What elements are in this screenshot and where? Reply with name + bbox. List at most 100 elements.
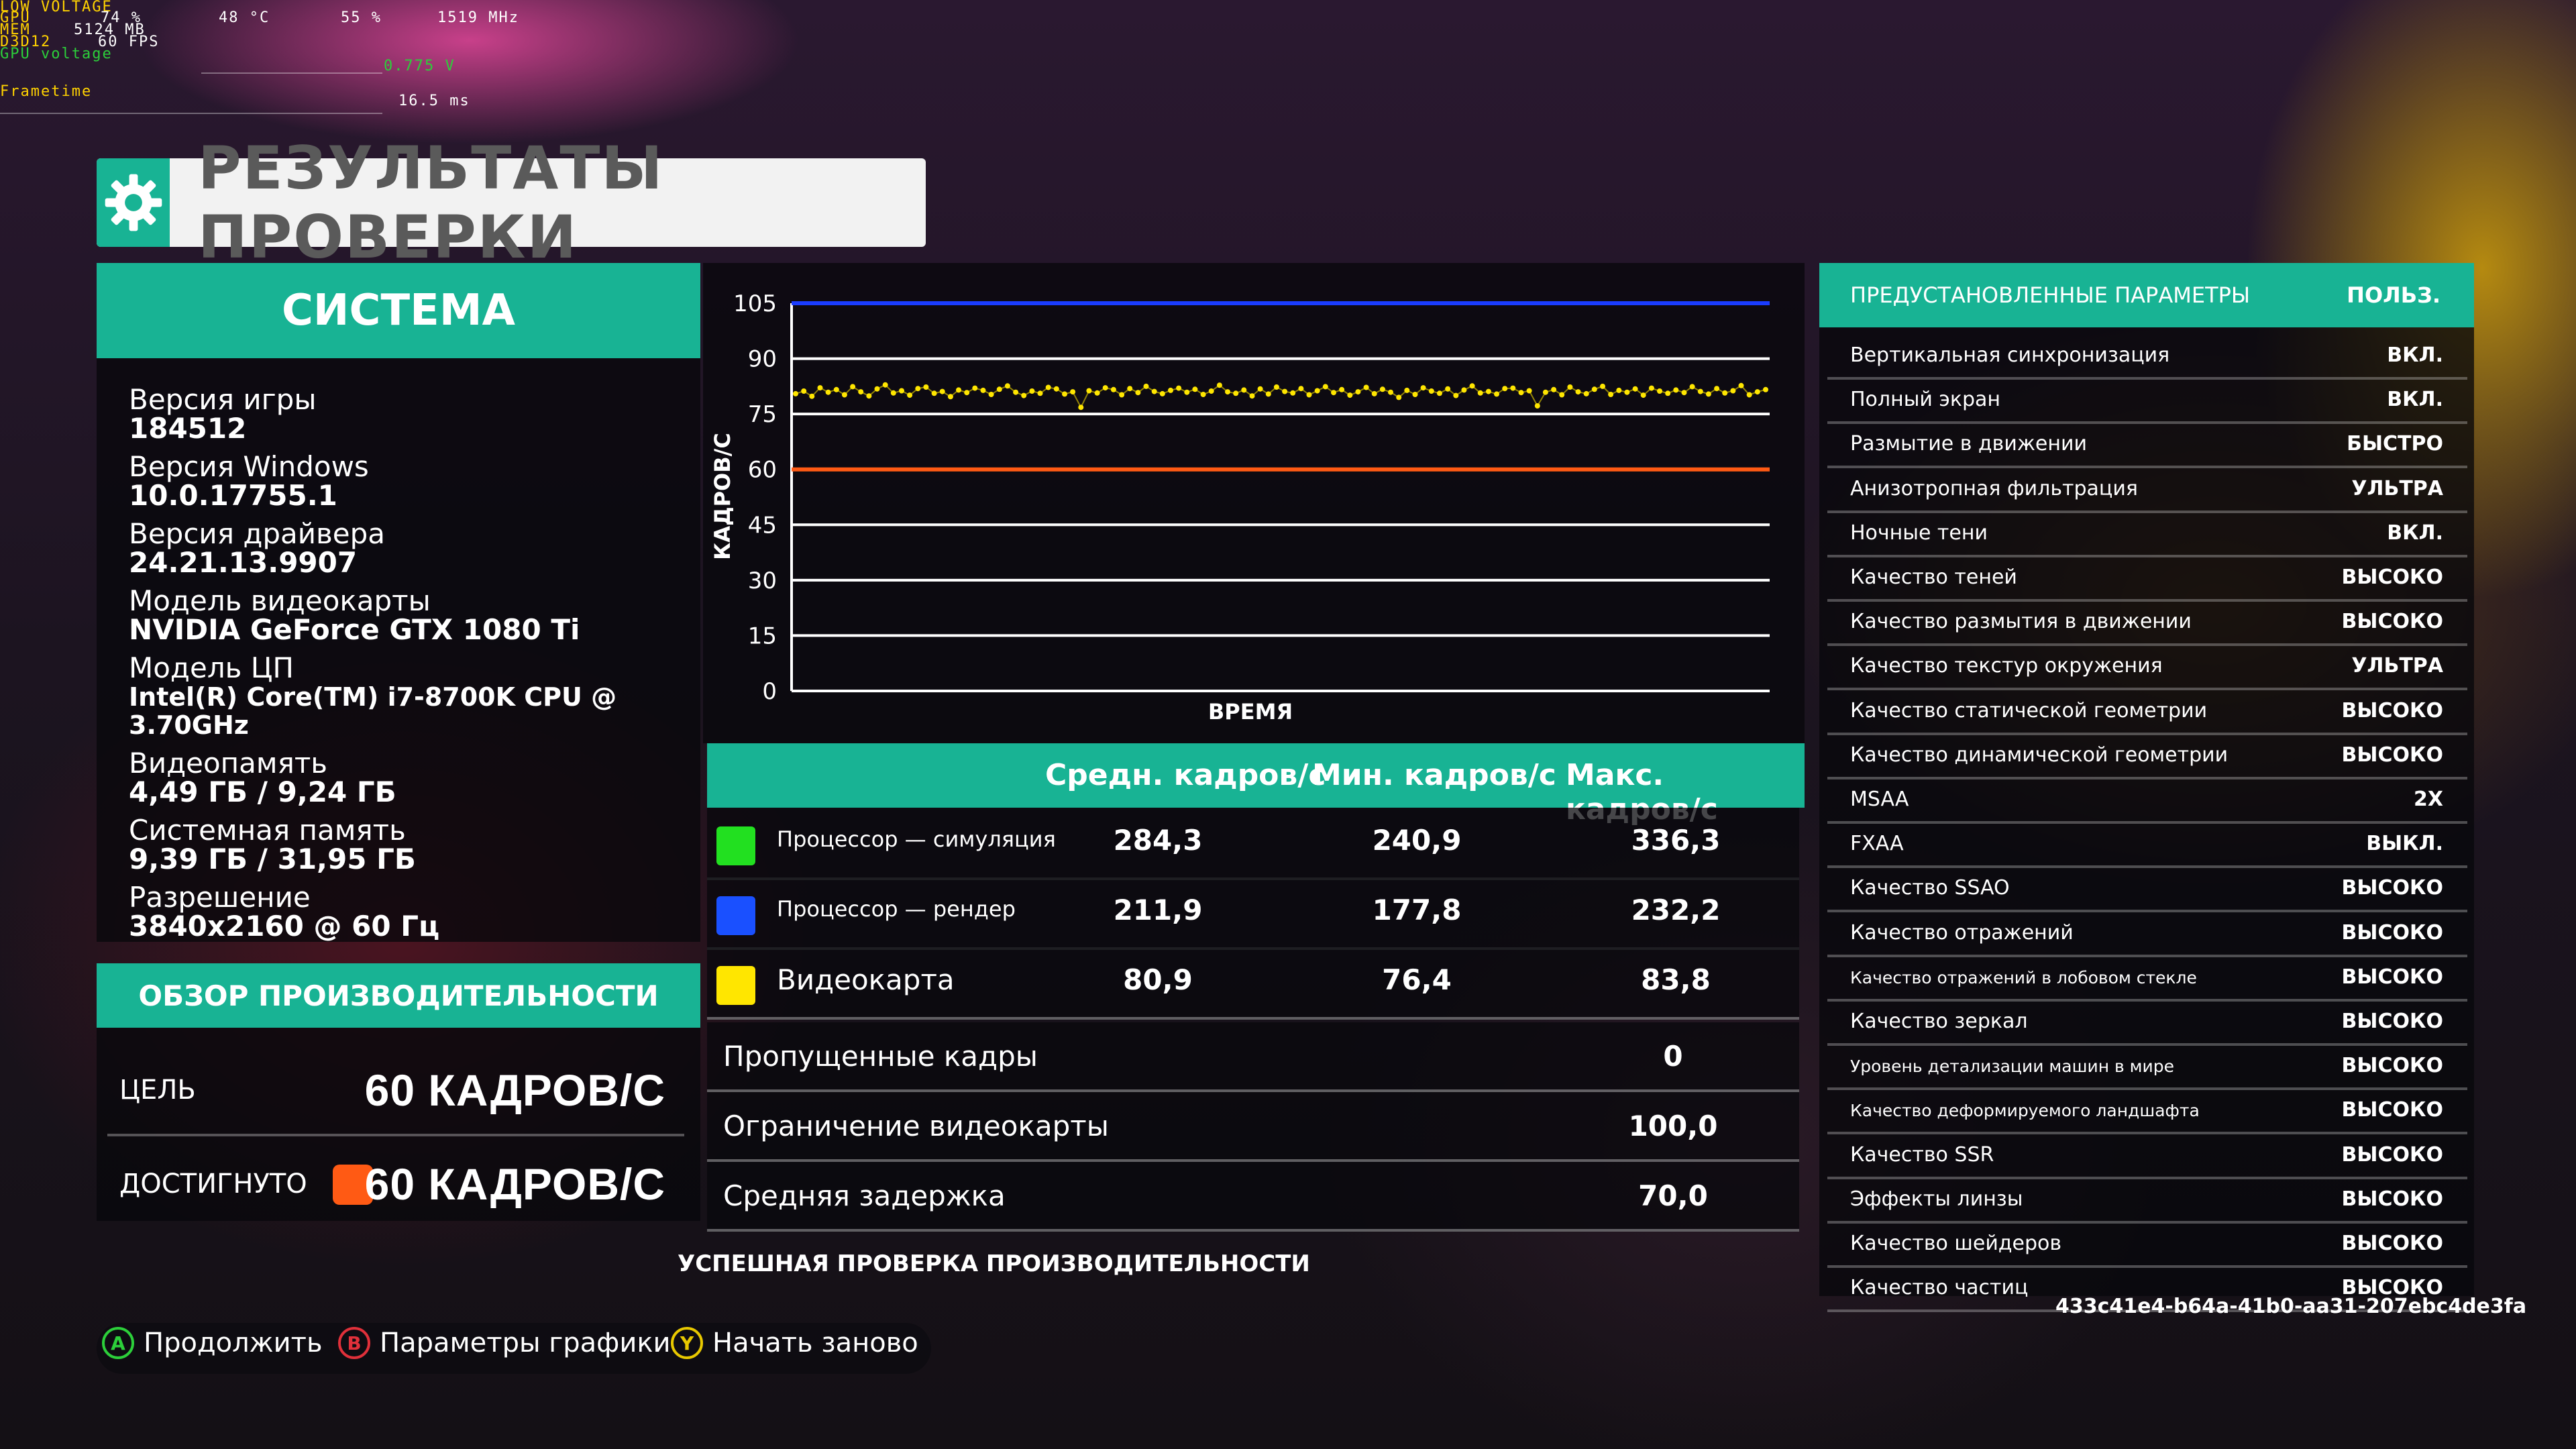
preset-name: Размытие в движении <box>1850 432 2087 456</box>
chart-point <box>1159 390 1165 396</box>
chart-point <box>793 390 798 396</box>
chart-point <box>1314 388 1320 394</box>
system-item-resolution: Разрешение 3840x2160 @ 60 Гц <box>129 883 706 941</box>
system-item-driver-version: Версия драйвера 24.21.13.9907 <box>129 519 706 577</box>
preset-value: ВЫСОКО <box>2341 965 2444 989</box>
preset-value: ВЫСОКО <box>2341 566 2444 589</box>
fps-chart: 0 15 30 45 60 75 90 105 КАДРОВ/С ВРЕМЯ <box>703 268 1787 738</box>
stats-extra-value: 70,0 <box>1638 1179 1708 1212</box>
chart-point <box>1648 385 1654 391</box>
chart-point <box>1510 385 1516 391</box>
performance-header: ОБЗОР ПРОИЗВОДИТЕЛЬНОСТИ <box>97 963 700 1028</box>
chart-point <box>1233 390 1239 396</box>
graphics-settings-label: Параметры графики <box>380 1328 671 1358</box>
restart-button[interactable]: Y Начать заново <box>671 1327 918 1359</box>
chart-point <box>1371 390 1377 396</box>
chart-point <box>1746 392 1752 398</box>
chart-point <box>1070 389 1076 395</box>
chart-point <box>1559 392 1565 398</box>
system-item-game-version: Версия игры 184512 <box>129 385 706 443</box>
chart-point <box>1347 392 1353 398</box>
preset-row: Полный экран ВКЛ. <box>1827 380 2467 425</box>
chart-point <box>817 385 823 391</box>
system-item-value: 4,49 ГБ / 9,24 ГБ <box>129 775 396 808</box>
preset-value: ВЫСОКО <box>2341 1010 2444 1033</box>
osd-voltage-value: 0.775 V <box>384 58 455 74</box>
chart-point <box>1388 389 1393 395</box>
chart-point <box>1542 389 1548 395</box>
osd-gpu-fan: 55 % <box>341 9 382 26</box>
chart-point <box>1518 390 1524 396</box>
preset-name: Качество SSR <box>1850 1142 1994 1167</box>
chart-point <box>956 387 961 393</box>
chart-point <box>866 393 872 399</box>
chart-point <box>947 394 953 400</box>
chart-point <box>1616 387 1622 393</box>
chart-point <box>1689 384 1695 390</box>
chart-point <box>923 384 929 390</box>
preset-value: ВЫСОКО <box>2341 610 2444 634</box>
chart-point <box>1551 386 1557 392</box>
benchmark-status: УСПЕШНАЯ ПРОВЕРКА ПРОИЗВОДИТЕЛЬНОСТИ <box>678 1250 1310 1277</box>
preset-value: ВЫСОКО <box>2341 1098 2444 1122</box>
chart-point <box>1225 389 1230 395</box>
chart-point <box>1608 392 1614 397</box>
gpu-color-swatch <box>716 966 755 1005</box>
system-item-label: Видеопамять <box>129 747 328 780</box>
osd-frametime-label: Frametime <box>0 83 93 100</box>
graphics-settings-button[interactable]: B Параметры графики <box>338 1327 671 1359</box>
preset-name: Качество отражений <box>1850 920 2074 945</box>
preset-row: Эффекты линзы ВЫСОКО <box>1827 1179 2467 1224</box>
chart-point <box>1200 392 1206 397</box>
preset-value: ВКЛ. <box>2387 388 2443 412</box>
preset-name: Качество SSAO <box>1850 876 2010 900</box>
chart-ytick-label: 60 <box>748 457 777 484</box>
chart-point <box>1477 390 1483 396</box>
chart-point <box>1624 389 1630 395</box>
performance-target-row: ЦЕЛЬ 60 КАДРОВ/С <box>107 1046 684 1136</box>
continue-button[interactable]: A Продолжить <box>102 1327 323 1359</box>
preset-row: Размытие в движении БЫСТРО <box>1827 424 2467 469</box>
preset-value: ВЫСОКО <box>2341 1054 2444 1078</box>
chart-point <box>1265 391 1271 397</box>
performance-achieved-row: ДОСТИГНУТО 60 КАДРОВ/С <box>107 1140 684 1228</box>
osd-voltage-graph <box>201 72 382 74</box>
stats-max: 232,2 <box>1631 894 1721 926</box>
continue-label: Продолжить <box>144 1328 323 1358</box>
preset-value: ВЫСОКО <box>2341 1232 2444 1255</box>
stats-extra-name: Средняя задержка <box>723 1179 1006 1212</box>
system-item-label: Версия Windows <box>129 450 369 483</box>
osd-gpu-clock: 1519 MHz <box>437 9 519 26</box>
preset-row: Качество шейдеров ВЫСОКО <box>1827 1224 2467 1268</box>
stats-row-gpu: Видеокарта 80,9 76,4 83,8 <box>707 947 1799 1020</box>
preset-name: Качество теней <box>1850 566 2017 589</box>
chart-point <box>1062 391 1067 397</box>
system-item-windows-version: Версия Windows 10.0.17755.1 <box>129 452 706 510</box>
chart-point <box>899 388 904 394</box>
b-button-icon: B <box>338 1327 370 1359</box>
chart-point <box>1494 391 1499 397</box>
chart-point <box>1763 386 1768 392</box>
chart-point <box>1021 392 1027 398</box>
chart-point <box>1379 386 1385 392</box>
chart-point <box>1298 386 1304 392</box>
chart-point <box>1094 390 1100 396</box>
session-id: 433c41e4-b64a-41b0-aa31-207ebc4de3fa <box>2055 1295 2527 1318</box>
chart-point <box>1583 390 1589 396</box>
chart-point <box>1502 386 1508 392</box>
preset-row: Вертикальная синхронизация ВКЛ. <box>1827 335 2467 380</box>
stats-avg: 211,9 <box>1113 894 1203 926</box>
system-item-label: Модель ЦП <box>129 651 294 684</box>
stats-extra-value: 0 <box>1663 1040 1683 1073</box>
chart-point <box>1534 403 1540 409</box>
preset-name: Качество частиц <box>1850 1276 2029 1300</box>
chart-point <box>1045 384 1051 390</box>
preset-row: Качество размытия в движении ВЫСОКО <box>1827 602 2467 647</box>
chart-point <box>915 386 921 392</box>
system-item-gpu-model: Модель видеокарты NVIDIA GeForce GTX 108… <box>129 586 706 644</box>
chart-point <box>1355 389 1361 395</box>
chart-point <box>1306 392 1312 398</box>
preset-row: Качество теней ВЫСОКО <box>1827 557 2467 602</box>
restart-label: Начать заново <box>712 1328 918 1358</box>
system-item-label: Версия драйвера <box>129 517 386 550</box>
